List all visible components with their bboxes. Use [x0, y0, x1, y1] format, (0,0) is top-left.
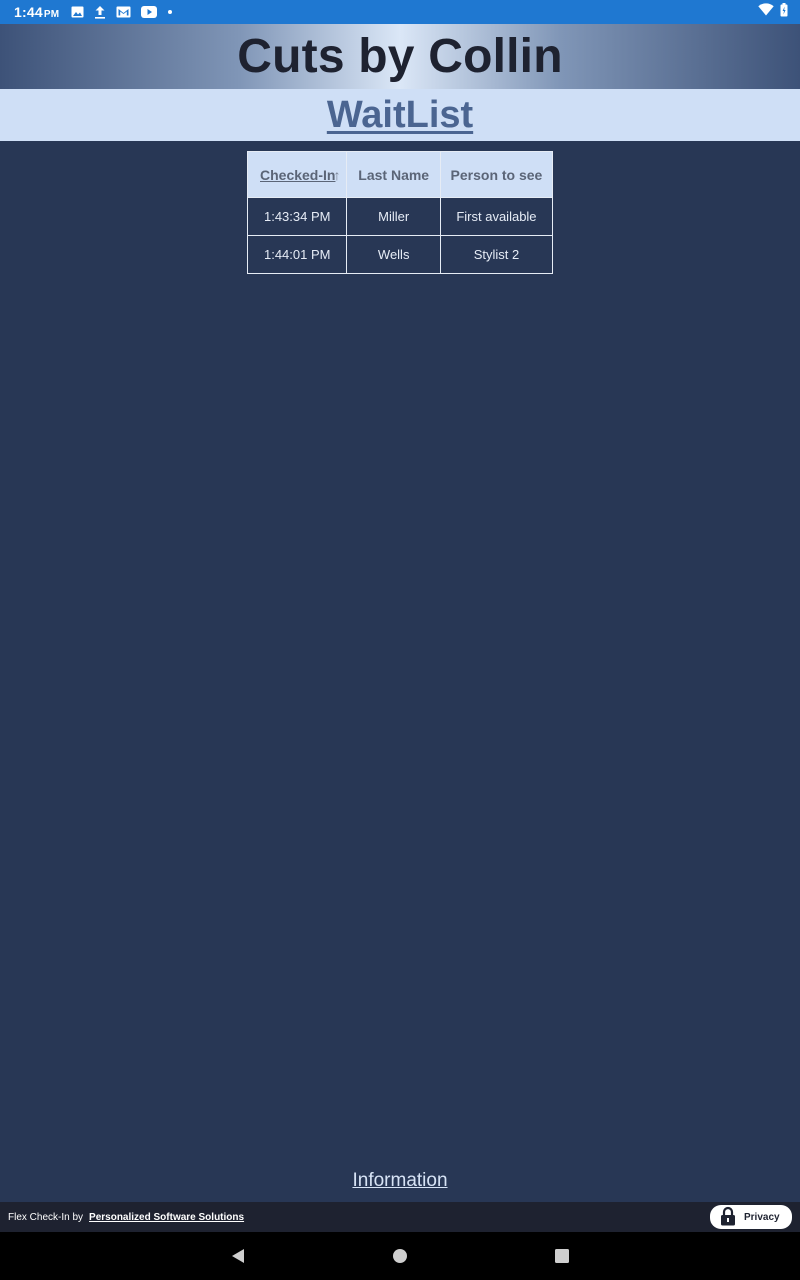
- status-time-value: 1:44: [14, 4, 43, 20]
- battery-icon: [780, 2, 788, 22]
- cell-last-name: Wells: [346, 235, 441, 274]
- privacy-label: Privacy: [744, 1211, 780, 1223]
- image-icon: [71, 6, 84, 18]
- status-time: 1:44PM: [14, 4, 59, 20]
- home-icon[interactable]: [390, 1246, 410, 1266]
- sort-ascending-icon: ↑: [333, 166, 341, 183]
- cell-last-name: Miller: [346, 197, 441, 236]
- table-row[interactable]: 1:43:34 PM Miller First available: [246, 197, 554, 236]
- dot-icon: [167, 9, 173, 15]
- company-link[interactable]: Personalized Software Solutions: [89, 1212, 244, 1223]
- information-link-container: Information: [0, 1170, 800, 1192]
- app-header: Cuts by Collin: [0, 24, 800, 89]
- column-header-person-to-see[interactable]: Person to see: [439, 151, 554, 198]
- column-header-last-name[interactable]: Last Name: [346, 151, 441, 198]
- back-icon[interactable]: [228, 1246, 248, 1266]
- wifi-icon: [758, 3, 774, 21]
- status-ampm: PM: [43, 9, 60, 20]
- footer-by-text: Flex Check-In by: [8, 1211, 84, 1223]
- recents-icon[interactable]: [552, 1246, 572, 1266]
- waitlist-link[interactable]: WaitList: [327, 94, 473, 137]
- cell-person-to-see: Stylist 2: [439, 235, 554, 274]
- table-header-row: Checked-In↑ Last Name Person to see: [246, 151, 554, 198]
- upload-icon: [94, 5, 106, 19]
- column-header-checked-in[interactable]: Checked-In↑: [246, 151, 348, 198]
- notification-icons: [71, 5, 173, 19]
- gmail-icon: [116, 6, 131, 18]
- sub-header: WaitList: [0, 89, 800, 141]
- lock-icon: [720, 1206, 736, 1229]
- cell-checked-in: 1:43:34 PM: [246, 197, 348, 236]
- youtube-icon: [141, 6, 158, 18]
- status-bar: 1:44PM: [0, 0, 800, 24]
- cell-checked-in: 1:44:01 PM: [246, 235, 348, 274]
- page-title: Cuts by Collin: [237, 30, 563, 83]
- information-link[interactable]: Information: [352, 1170, 447, 1191]
- footer: Flex Check-In by Personalized Software S…: [0, 1202, 800, 1232]
- cell-person-to-see: First available: [439, 197, 554, 236]
- table-row[interactable]: 1:44:01 PM Wells Stylist 2: [246, 235, 554, 274]
- waitlist-table: Checked-In↑ Last Name Person to see 1:43…: [246, 151, 554, 274]
- privacy-button[interactable]: Privacy: [710, 1205, 792, 1229]
- navigation-bar: [0, 1232, 800, 1280]
- column-header-label: Checked-In: [260, 166, 336, 183]
